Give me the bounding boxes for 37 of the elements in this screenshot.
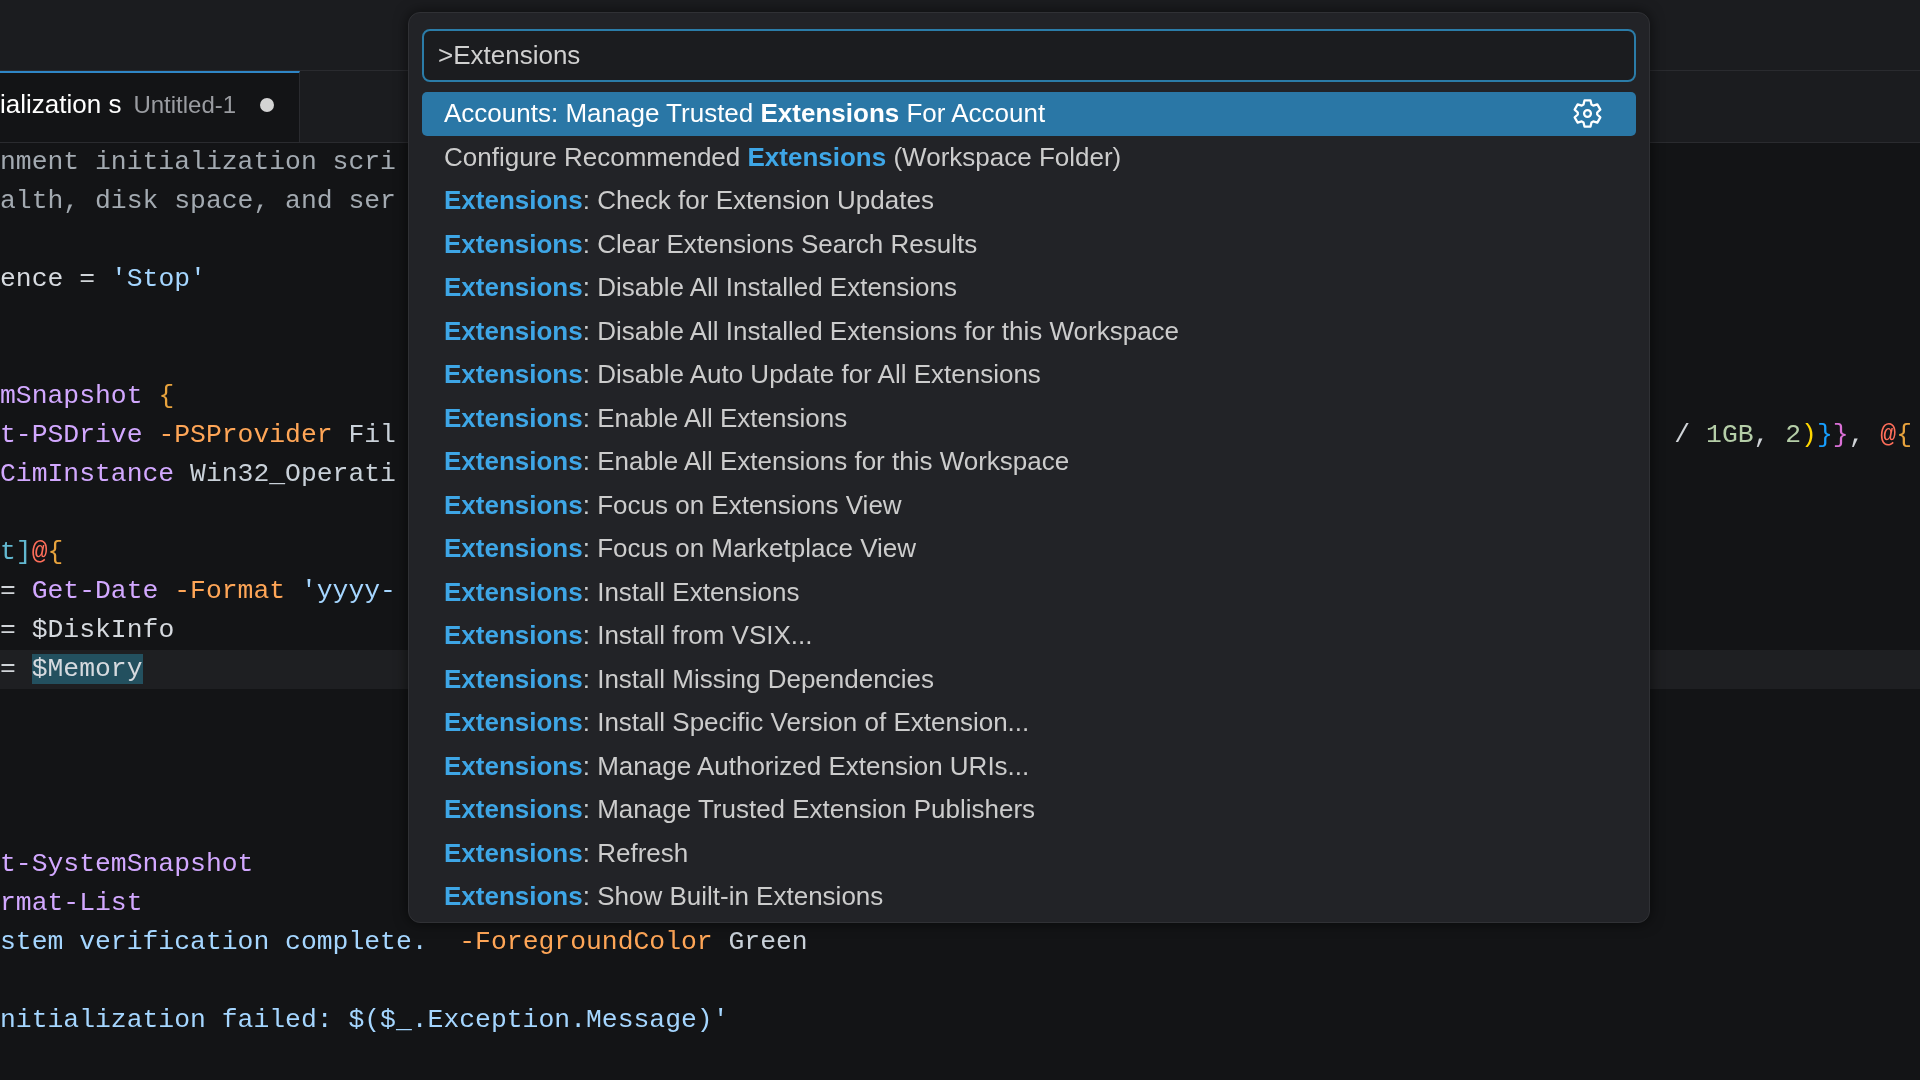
code-line: alth, disk space, and ser: [0, 185, 396, 218]
command-item[interactable]: Extensions: Install Specific Version of Extension...: [422, 701, 1636, 745]
command-item[interactable]: Extensions: Focus on Marketplace View: [422, 527, 1636, 571]
command-item[interactable]: Extensions: Clear Extensions Search Results: [422, 222, 1636, 266]
command-input[interactable]: >Extensions: [422, 29, 1636, 82]
code-line: / 1GB, 2)}}, @{: [1674, 419, 1912, 452]
editor-tab[interactable]: ialization s Untitled-1: [0, 71, 300, 142]
command-item[interactable]: Extensions: Disable Auto Update for All Extensions: [422, 353, 1636, 397]
code-line: mSnapshot {: [0, 380, 175, 413]
command-item[interactable]: Extensions: Refresh: [422, 831, 1636, 875]
command-item[interactable]: Extensions: Manage Trusted Extension Publishers: [422, 788, 1636, 832]
command-item[interactable]: Extensions: Manage Authorized Extension URIs...: [422, 744, 1636, 788]
settings-icon[interactable]: [1573, 99, 1602, 129]
code-line: = Get-Date -Format 'yyyy-: [0, 575, 396, 608]
code-line: nment initialization scri: [0, 146, 396, 179]
command-item[interactable]: Configure Recommended Extensions (Workspace Folder): [422, 135, 1636, 179]
code-line: stem verification complete. -ForegroundColor Green: [0, 926, 808, 959]
command-item[interactable]: Accounts: Manage Trusted Extensions For Account: [422, 92, 1636, 136]
code-line: t-SystemSnapshot: [0, 848, 254, 881]
code-line: t]@{: [0, 536, 64, 569]
command-item[interactable]: Extensions: Disable All Installed Extensions for this Workspace: [422, 309, 1636, 353]
code-line: = $Memory: [0, 653, 143, 686]
code-line: rmat-List: [0, 887, 143, 920]
command-item[interactable]: Extensions: Disable All Installed Extensions: [422, 266, 1636, 310]
command-item[interactable]: Extensions: Install Missing Dependencies: [422, 657, 1636, 701]
code-line: ence = 'Stop': [0, 263, 206, 296]
command-item[interactable]: Extensions: Enable All Extensions for this Workspace: [422, 440, 1636, 484]
command-item[interactable]: Extensions: Enable All Extensions: [422, 396, 1636, 440]
code-line: nitialization failed: $($_.Exception.Message)': [0, 1004, 729, 1037]
command-item[interactable]: Extensions: Install from VSIX...: [422, 614, 1636, 658]
code-line: CimInstance Win32_Operati: [0, 458, 396, 491]
command-item[interactable]: Extensions: Focus on Extensions View: [422, 483, 1636, 527]
command-item[interactable]: Extensions: Show Built-in Extensions: [422, 875, 1636, 919]
command-item[interactable]: Extensions: Install Extensions: [422, 570, 1636, 614]
command-item[interactable]: Extensions: Check for Extension Updates: [422, 179, 1636, 223]
code-line: = $DiskInfo: [0, 614, 175, 647]
code-line: t-PSDrive -PSProvider Fil: [0, 419, 396, 452]
